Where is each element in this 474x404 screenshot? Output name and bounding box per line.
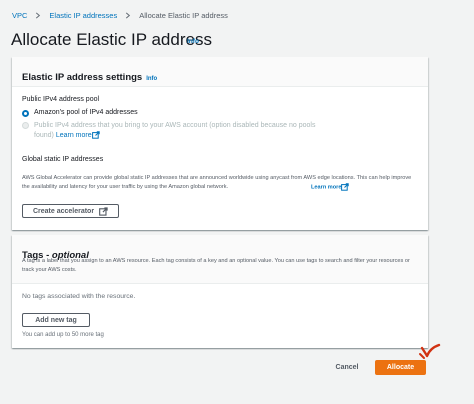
breadcrumb: VPC Elastic IP addresses Allocate Elasti… [12, 9, 228, 21]
chevron-right-icon [35, 11, 41, 19]
pool-label: Public IPv4 address pool [22, 96, 100, 103]
byoip-learn-more-link[interactable]: Learn more [56, 132, 92, 139]
page-info-link[interactable]: Info [187, 38, 199, 45]
radio-disabled-icon [22, 122, 29, 129]
tags-description: A tag is a label that you assign to an A… [22, 258, 410, 273]
tags-limit-text: You can add up to 50 more tag [22, 332, 104, 338]
radio-amazon-pool[interactable]: Amazon's pool of IPv4 addresses [22, 109, 138, 117]
breadcrumb-current: Allocate Elastic IP address [139, 10, 228, 20]
external-link-icon [99, 206, 108, 216]
tags-panel: Tags - optional A tag is a label that yo… [12, 235, 428, 348]
radio-checked-icon[interactable] [22, 110, 29, 117]
add-new-tag-label: Add new tag [35, 316, 77, 324]
external-link-icon [91, 131, 100, 139]
breadcrumb-vpc[interactable]: VPC [12, 11, 27, 20]
create-accelerator-button[interactable]: Create accelerator [22, 204, 119, 218]
elastic-ip-settings-panel: Elastic IP address settings Info Public I… [12, 57, 428, 230]
annotation-checkmark [419, 343, 441, 359]
allocate-button[interactable]: Allocate [375, 360, 426, 375]
page-title: Allocate Elastic IP address [11, 30, 212, 49]
global-static-learn-more-link[interactable]: Learn more [311, 184, 341, 190]
cancel-button[interactable]: Cancel [331, 360, 363, 374]
chevron-right-icon [125, 11, 131, 19]
breadcrumb-elastic-ip-addresses[interactable]: Elastic IP addresses [49, 11, 117, 20]
global-static-description: AWS Global Accelerator can provide globa… [22, 175, 412, 190]
settings-panel-title: Elastic IP address settings [22, 72, 143, 83]
settings-info-link[interactable]: Info [146, 76, 157, 82]
create-accelerator-label: Create accelerator [32, 207, 95, 215]
global-static-label: Global static IP addresses [22, 156, 104, 163]
radio-byoip-pool: Public IPv4 address that you bring to yo… [22, 121, 322, 141]
tags-empty-text: No tags associated with the resource. [22, 293, 136, 300]
external-link-icon [341, 182, 350, 191]
settings-panel-header: Elastic IP address settings Info [12, 57, 428, 87]
radio-amazon-pool-label: Amazon's pool of IPv4 addresses [34, 109, 138, 116]
add-new-tag-button[interactable]: Add new tag [22, 313, 90, 327]
